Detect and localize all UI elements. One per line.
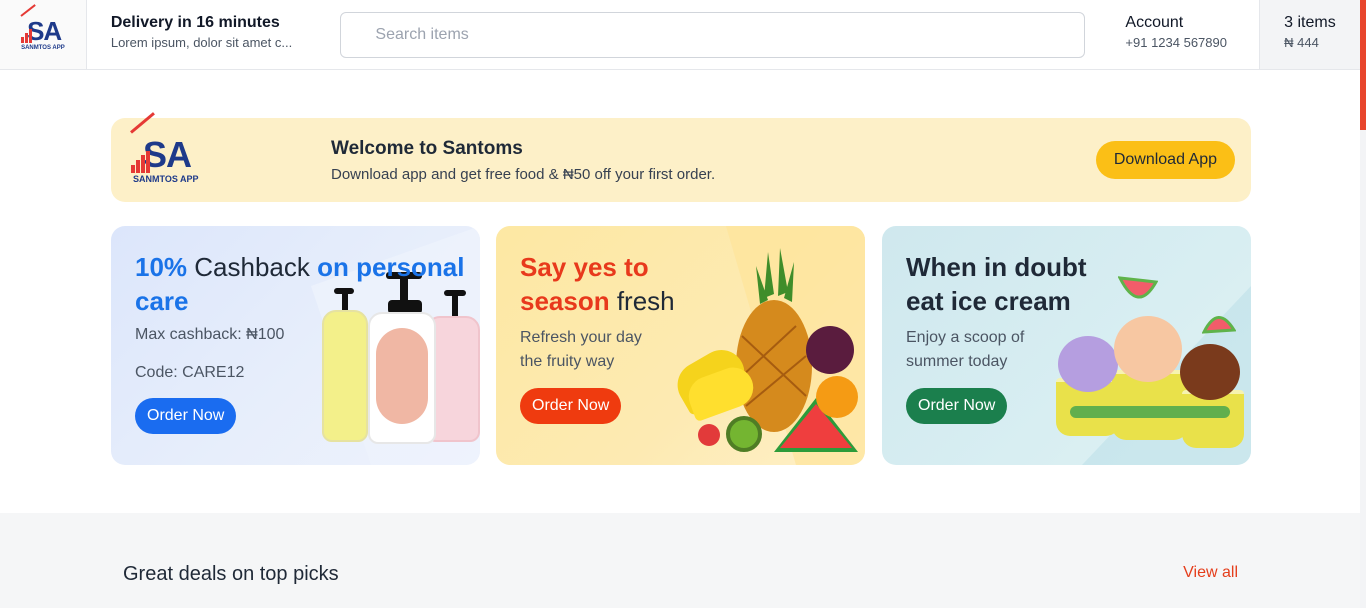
- card-content: Say yes to season fresh Refresh your day…: [520, 250, 740, 424]
- account-title: Account: [1125, 14, 1184, 31]
- banner-title: Welcome to Santoms: [331, 137, 523, 159]
- logo-subtext: SANMTOS APP: [21, 45, 65, 51]
- promo-card-fruits[interactable]: Say yes to season fresh Refresh your day…: [496, 226, 865, 465]
- order-now-button[interactable]: Order Now: [906, 388, 1008, 424]
- promo-code-text: Code: CARE12: [135, 364, 245, 381]
- headline-percent: 10%: [135, 252, 188, 282]
- promo-card-ice-cream[interactable]: When in doubt eat ice cream Enjoy a scoo…: [882, 226, 1251, 465]
- headline-cashback: Cashback: [187, 252, 318, 282]
- welcome-banner: SA SANMTOS APP Welcome to Santoms Downlo…: [111, 112, 1251, 202]
- orange-icon: [816, 376, 858, 418]
- cart-button[interactable]: 3 items ₦ 444: [1259, 0, 1361, 69]
- card-description: Enjoy a scoop of summer today: [906, 326, 1096, 374]
- view-all-link[interactable]: View all: [1183, 564, 1238, 582]
- description-line-1: Enjoy a scoop of: [906, 329, 1025, 346]
- delivery-address: Lorem ipsum, dolor sit amet c...: [110, 35, 293, 50]
- great-deals-section: Great deals on top picks View all: [0, 513, 1360, 608]
- search-input[interactable]: [340, 12, 1086, 58]
- logo-arrow-icon: [130, 112, 155, 134]
- page-scrollbar[interactable]: [1360, 0, 1366, 608]
- peach-scoop-icon: [1114, 316, 1182, 382]
- description-line-2: summer today: [906, 353, 1008, 370]
- cart-item-count: 3 items: [1284, 14, 1336, 31]
- account-phone: +91 1234 567890: [1125, 35, 1227, 50]
- promo-card-personal-care[interactable]: 10% Cashback on personal care Max cashba…: [111, 226, 480, 465]
- logo-arrow-icon: [20, 4, 36, 17]
- grapes-icon: [806, 326, 854, 374]
- logo-bars-icon: [21, 29, 33, 43]
- logo-subtext: SANMTOS APP: [133, 174, 199, 184]
- max-cashback-text: Max cashback: ₦100: [135, 326, 285, 343]
- watermelon-slice-icon: [1118, 276, 1158, 299]
- card-headline: 10% Cashback on personal care: [135, 250, 480, 318]
- banner-subtitle: Download app and get free food & ₦50 off…: [331, 165, 716, 183]
- download-app-button[interactable]: Download App: [1095, 141, 1235, 179]
- logo-bars-icon: [131, 151, 150, 173]
- scrollbar-thumb[interactable]: [1360, 0, 1366, 130]
- card-content: When in doubt eat ice cream Enjoy a scoo…: [906, 250, 1096, 424]
- card-description: Refresh your day the fruity way: [520, 326, 740, 374]
- account-menu[interactable]: Account +91 1234 567890: [1125, 0, 1259, 69]
- delivery-title: Delivery in 16 minutes: [110, 14, 280, 31]
- sanmtos-logo[interactable]: SA SANMTOS APP: [20, 4, 65, 51]
- strawberry-icon: [698, 424, 720, 446]
- card-headline: When in doubt eat ice cream: [906, 252, 1087, 316]
- banner-logo: SA SANMTOS APP: [130, 112, 331, 187]
- order-now-button[interactable]: Order Now: [520, 388, 622, 424]
- card-headline: Say yes to season fresh: [520, 250, 740, 318]
- description-line-2: the fruity way: [520, 353, 615, 370]
- headline-fresh: fresh: [609, 286, 675, 316]
- delivery-info[interactable]: Delivery in 16 minutes Lorem ipsum, dolo…: [87, 0, 341, 69]
- description-line-1: Refresh your day: [520, 329, 642, 346]
- section-title: Great deals on top picks: [123, 563, 339, 585]
- banner-text: Welcome to Santoms Download app and get …: [331, 138, 1096, 183]
- order-now-button[interactable]: Order Now: [135, 398, 237, 434]
- chocolate-scoop-icon: [1180, 344, 1240, 400]
- cart-total: ₦ 444: [1284, 35, 1319, 50]
- search-container: [340, 0, 1125, 69]
- card-content: 10% Cashback on personal care Max cashba…: [135, 250, 480, 434]
- logo-container[interactable]: SA SANMTOS APP: [0, 0, 87, 69]
- watermelon-slice-icon: [1202, 316, 1236, 334]
- top-navbar: SA SANMTOS APP Delivery in 16 minutes Lo…: [0, 0, 1361, 70]
